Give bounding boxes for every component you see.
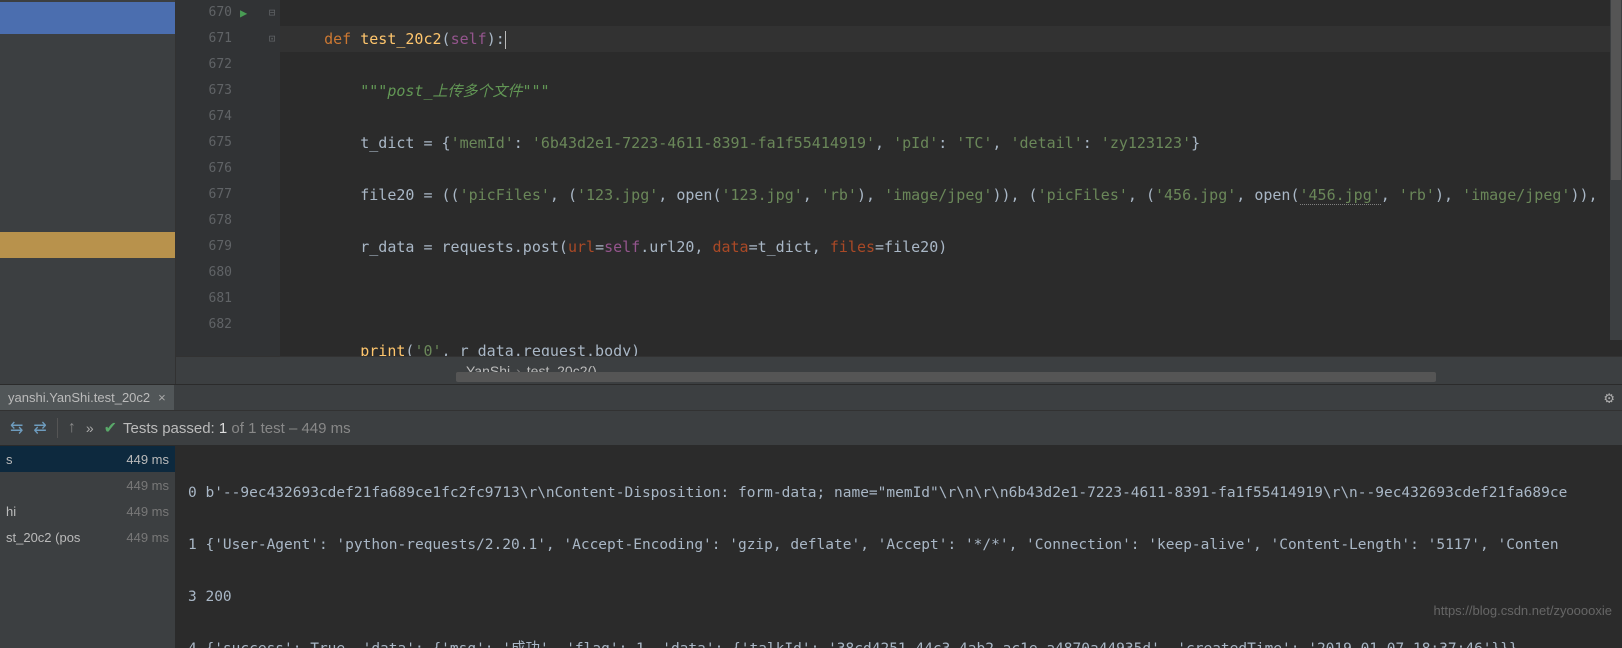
vertical-scrollbar[interactable] (1610, 0, 1622, 340)
code-line[interactable]: def test_20c2(self): (280, 26, 1622, 52)
line-gutter: 670 671 672 673 674 675 676 677 678 679 … (176, 0, 240, 356)
gutter-icons: ▶ (240, 0, 264, 356)
test-tree[interactable]: s449 ms 449 ms hi449 ms st_20c2 (pos449 … (0, 446, 176, 648)
test-tree-row[interactable]: 449 ms (0, 472, 175, 498)
run-tab[interactable]: yanshi.YanShi.test_20c2 × (0, 385, 174, 411)
gear-icon[interactable]: ⚙ (1604, 388, 1614, 407)
code-line[interactable]: r_data = requests.post(url=self.url20, d… (280, 234, 1622, 260)
run-test-icon[interactable]: ▶ (240, 6, 247, 20)
test-tree-row[interactable]: st_20c2 (pos449 ms (0, 524, 175, 550)
collapse-all-icon[interactable]: ⇄ (33, 418, 46, 438)
code-line[interactable]: """post_上传多个文件""" (280, 78, 1622, 104)
code-line[interactable]: file20 = (('picFiles', ('123.jpg', open(… (280, 182, 1622, 208)
test-tree-row[interactable]: s449 ms (0, 446, 175, 472)
success-icon: ✔ (104, 418, 117, 438)
test-status: ✔ Tests passed: 1 of 1 test – 449 ms (104, 418, 351, 438)
run-tab-bar: yanshi.YanShi.test_20c2 × ⚙ (0, 384, 1622, 410)
close-icon[interactable]: × (158, 390, 166, 405)
watermark: https://blog.csdn.net/zyooooxie (1433, 603, 1612, 618)
chevron-right-icon[interactable]: » (86, 420, 94, 436)
code-line[interactable]: print('0', r_data.request.body) (280, 338, 1622, 356)
code-line[interactable] (280, 286, 1622, 312)
code-editor[interactable]: 670 671 672 673 674 675 676 677 678 679 … (176, 0, 1622, 384)
console-output[interactable]: 0 b'--9ec432693cdef21fa689ce1fc2fc9713\r… (176, 446, 1622, 648)
up-icon[interactable]: ↑ (68, 419, 76, 437)
test-tree-row[interactable]: hi449 ms (0, 498, 175, 524)
expand-all-icon[interactable]: ⇆ (10, 418, 23, 438)
horizontal-scrollbar[interactable] (456, 372, 1612, 384)
test-toolbar: ⇆ ⇄ ↑ » ✔ Tests passed: 1 of 1 test – 44… (0, 410, 1622, 446)
run-tool-window: yanshi.YanShi.test_20c2 × ⚙ ⇆ ⇄ ↑ » ✔ Te… (0, 384, 1622, 648)
fold-column[interactable]: ⊟⊡ (264, 0, 280, 356)
project-sidebar[interactable] (0, 0, 176, 384)
code-line[interactable]: t_dict = {'memId': '6b43d2e1-7223-4611-8… (280, 130, 1622, 156)
